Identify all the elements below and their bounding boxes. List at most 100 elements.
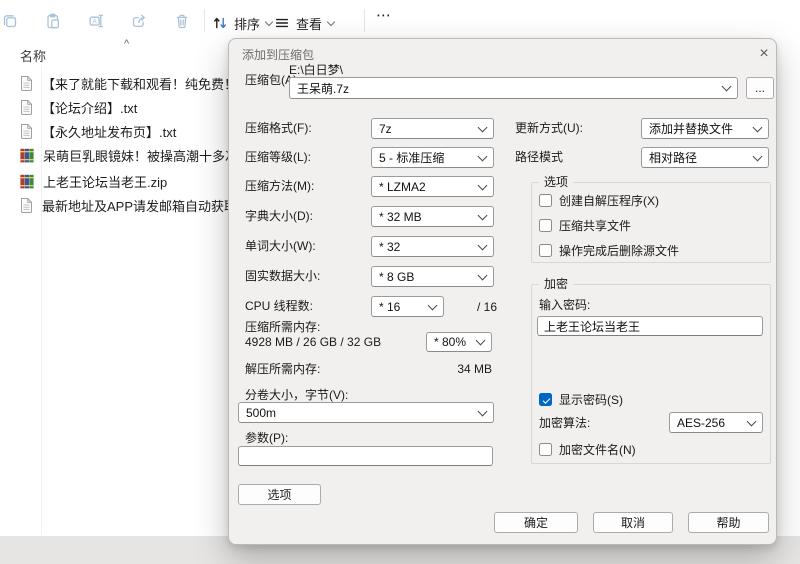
memory-usage-detail: 4928 MB / 26 GB / 32 GB bbox=[245, 335, 382, 349]
cipher-select[interactable]: AES-256 bbox=[669, 412, 763, 433]
copy-icon[interactable] bbox=[2, 13, 18, 29]
volume-size-combo[interactable]: 500m bbox=[238, 402, 494, 423]
show-password-label: 显示密码(S) bbox=[559, 393, 623, 407]
solid-block-value: * 8 GB bbox=[379, 269, 415, 284]
dictionary-value: * 32 MB bbox=[379, 209, 422, 224]
update-mode-select[interactable]: 添加并替换文件 bbox=[641, 118, 769, 139]
level-label: 压缩等级(L): bbox=[245, 150, 312, 164]
browse-button[interactable]: ... bbox=[746, 77, 774, 99]
delete-source-label: 操作完成后删除源文件 bbox=[559, 244, 680, 258]
file-name: 【永久地址发布页】.txt bbox=[42, 124, 177, 140]
cpu-threads-total: / 16 bbox=[477, 300, 498, 314]
ok-button[interactable]: 确定 bbox=[494, 512, 578, 533]
chevron-down-icon bbox=[477, 210, 488, 220]
options-button[interactable]: 选项 bbox=[238, 484, 321, 505]
chevron-down-icon bbox=[477, 180, 488, 190]
close-icon[interactable]: × bbox=[753, 43, 775, 65]
list-item[interactable]: 上老王论坛当老王.zip bbox=[20, 172, 167, 190]
volume-size-label: 分卷大小，字节(V): bbox=[245, 388, 349, 402]
share-icon[interactable] bbox=[131, 13, 147, 29]
checkbox-checked-icon bbox=[539, 393, 552, 406]
word-size-label: 单词大小(W): bbox=[245, 239, 316, 253]
chevron-down-icon bbox=[477, 151, 488, 161]
list-item[interactable]: 【论坛介绍】.txt bbox=[20, 98, 137, 116]
format-value: 7z bbox=[379, 121, 392, 136]
delete-icon[interactable] bbox=[174, 13, 190, 29]
chevron-down-icon bbox=[477, 270, 488, 280]
toolbar-divider bbox=[204, 9, 205, 32]
show-password-checkbox[interactable]: 显示密码(S) bbox=[539, 391, 623, 408]
cpu-threads-value: * 16 bbox=[379, 299, 401, 314]
delete-source-checkbox[interactable]: 操作完成后删除源文件 bbox=[539, 242, 679, 259]
more-options-button[interactable]: ⋯ bbox=[376, 6, 392, 24]
checkbox-unchecked-icon bbox=[539, 219, 552, 232]
password-input[interactable] bbox=[537, 316, 763, 336]
text-file-icon bbox=[21, 198, 32, 213]
chevron-down-icon bbox=[264, 17, 274, 27]
checkbox-unchecked-icon bbox=[539, 194, 552, 207]
volume-size-value: 500m bbox=[246, 405, 277, 420]
parameters-input[interactable] bbox=[238, 446, 493, 466]
chevron-down-icon bbox=[477, 122, 488, 132]
solid-block-select[interactable]: * 8 GB bbox=[371, 266, 494, 287]
file-name: 【论坛介绍】.txt bbox=[42, 100, 138, 116]
text-file-icon bbox=[21, 76, 32, 91]
path-mode-select[interactable]: 相对路径 bbox=[641, 147, 769, 168]
chevron-down-icon bbox=[477, 406, 488, 416]
paste-icon[interactable] bbox=[45, 13, 61, 29]
toolbar-divider bbox=[364, 9, 365, 32]
dictionary-select[interactable]: * 32 MB bbox=[371, 206, 494, 227]
encrypt-names-label: 加密文件名(N) bbox=[559, 443, 636, 457]
view-lines-icon bbox=[275, 18, 289, 28]
encrypt-names-checkbox[interactable]: 加密文件名(N) bbox=[539, 441, 636, 458]
sort-arrows-icon bbox=[214, 17, 226, 29]
cpu-threads-label: CPU 线程数: bbox=[245, 299, 314, 313]
encryption-group-label: 加密 bbox=[539, 277, 574, 292]
cancel-button[interactable]: 取消 bbox=[593, 512, 673, 533]
chevron-down-icon bbox=[326, 17, 336, 27]
solid-block-label: 固实数据大小: bbox=[245, 269, 321, 283]
decompress-memory-label: 解压所需内存: bbox=[245, 362, 321, 376]
archive-name-value: 王呆萌.7z bbox=[297, 81, 350, 96]
memory-usage-label: 压缩所需内存: bbox=[245, 320, 321, 334]
chevron-down-icon bbox=[721, 81, 732, 92]
shared-files-checkbox[interactable]: 压缩共享文件 bbox=[539, 217, 631, 234]
path-mode-value: 相对路径 bbox=[649, 151, 698, 165]
update-mode-label: 更新方式(U): bbox=[515, 121, 583, 135]
cipher-label: 加密算法: bbox=[539, 416, 591, 430]
shared-files-label: 压缩共享文件 bbox=[559, 219, 632, 233]
create-sfx-checkbox[interactable]: 创建自解压程序(X) bbox=[539, 192, 659, 209]
sort-ascending-icon: ^ bbox=[124, 38, 130, 50]
chevron-down-icon bbox=[477, 240, 488, 250]
view-label: 查看 bbox=[296, 16, 323, 32]
dialog-title: 添加到压缩包 bbox=[242, 48, 315, 62]
sort-button[interactable]: 排序 bbox=[212, 12, 274, 34]
method-value: * LZMA2 bbox=[379, 179, 426, 194]
sort-label: 排序 bbox=[234, 16, 261, 32]
add-to-archive-dialog: 添加到压缩包 × 压缩包(A): E:\白日梦\ 王呆萌.7z ... 压缩格式… bbox=[228, 38, 777, 545]
memory-percent-select[interactable]: * 80% bbox=[426, 332, 492, 352]
text-file-icon bbox=[21, 124, 32, 139]
chevron-down-icon bbox=[752, 122, 763, 132]
chevron-down-icon bbox=[752, 151, 763, 161]
column-header-name[interactable]: 名称 bbox=[20, 46, 46, 65]
dictionary-label: 字典大小(D): bbox=[245, 209, 313, 223]
decompress-memory-value: 34 MB bbox=[457, 362, 492, 376]
cpu-threads-select[interactable]: * 16 bbox=[371, 296, 444, 317]
list-item[interactable]: 【永久地址发布页】.txt bbox=[20, 122, 176, 140]
help-button[interactable]: 帮助 bbox=[688, 512, 769, 533]
level-value: 5 - 标准压缩 bbox=[379, 151, 445, 165]
archive-name-combo[interactable]: 王呆萌.7z bbox=[289, 77, 738, 99]
chevron-down-icon bbox=[475, 335, 486, 346]
format-select[interactable]: 7z bbox=[371, 118, 494, 139]
level-select[interactable]: 5 - 标准压缩 bbox=[371, 147, 494, 168]
word-size-select[interactable]: * 32 bbox=[371, 236, 494, 257]
archive-path: E:\白日梦\ bbox=[289, 63, 344, 77]
text-file-icon bbox=[21, 100, 32, 115]
chevron-down-icon bbox=[746, 416, 757, 426]
chevron-down-icon bbox=[427, 300, 438, 310]
rename-icon[interactable]: A bbox=[88, 13, 104, 29]
create-sfx-label: 创建自解压程序(X) bbox=[559, 194, 659, 208]
method-select[interactable]: * LZMA2 bbox=[371, 176, 494, 197]
view-button[interactable]: 查看 bbox=[274, 12, 336, 34]
